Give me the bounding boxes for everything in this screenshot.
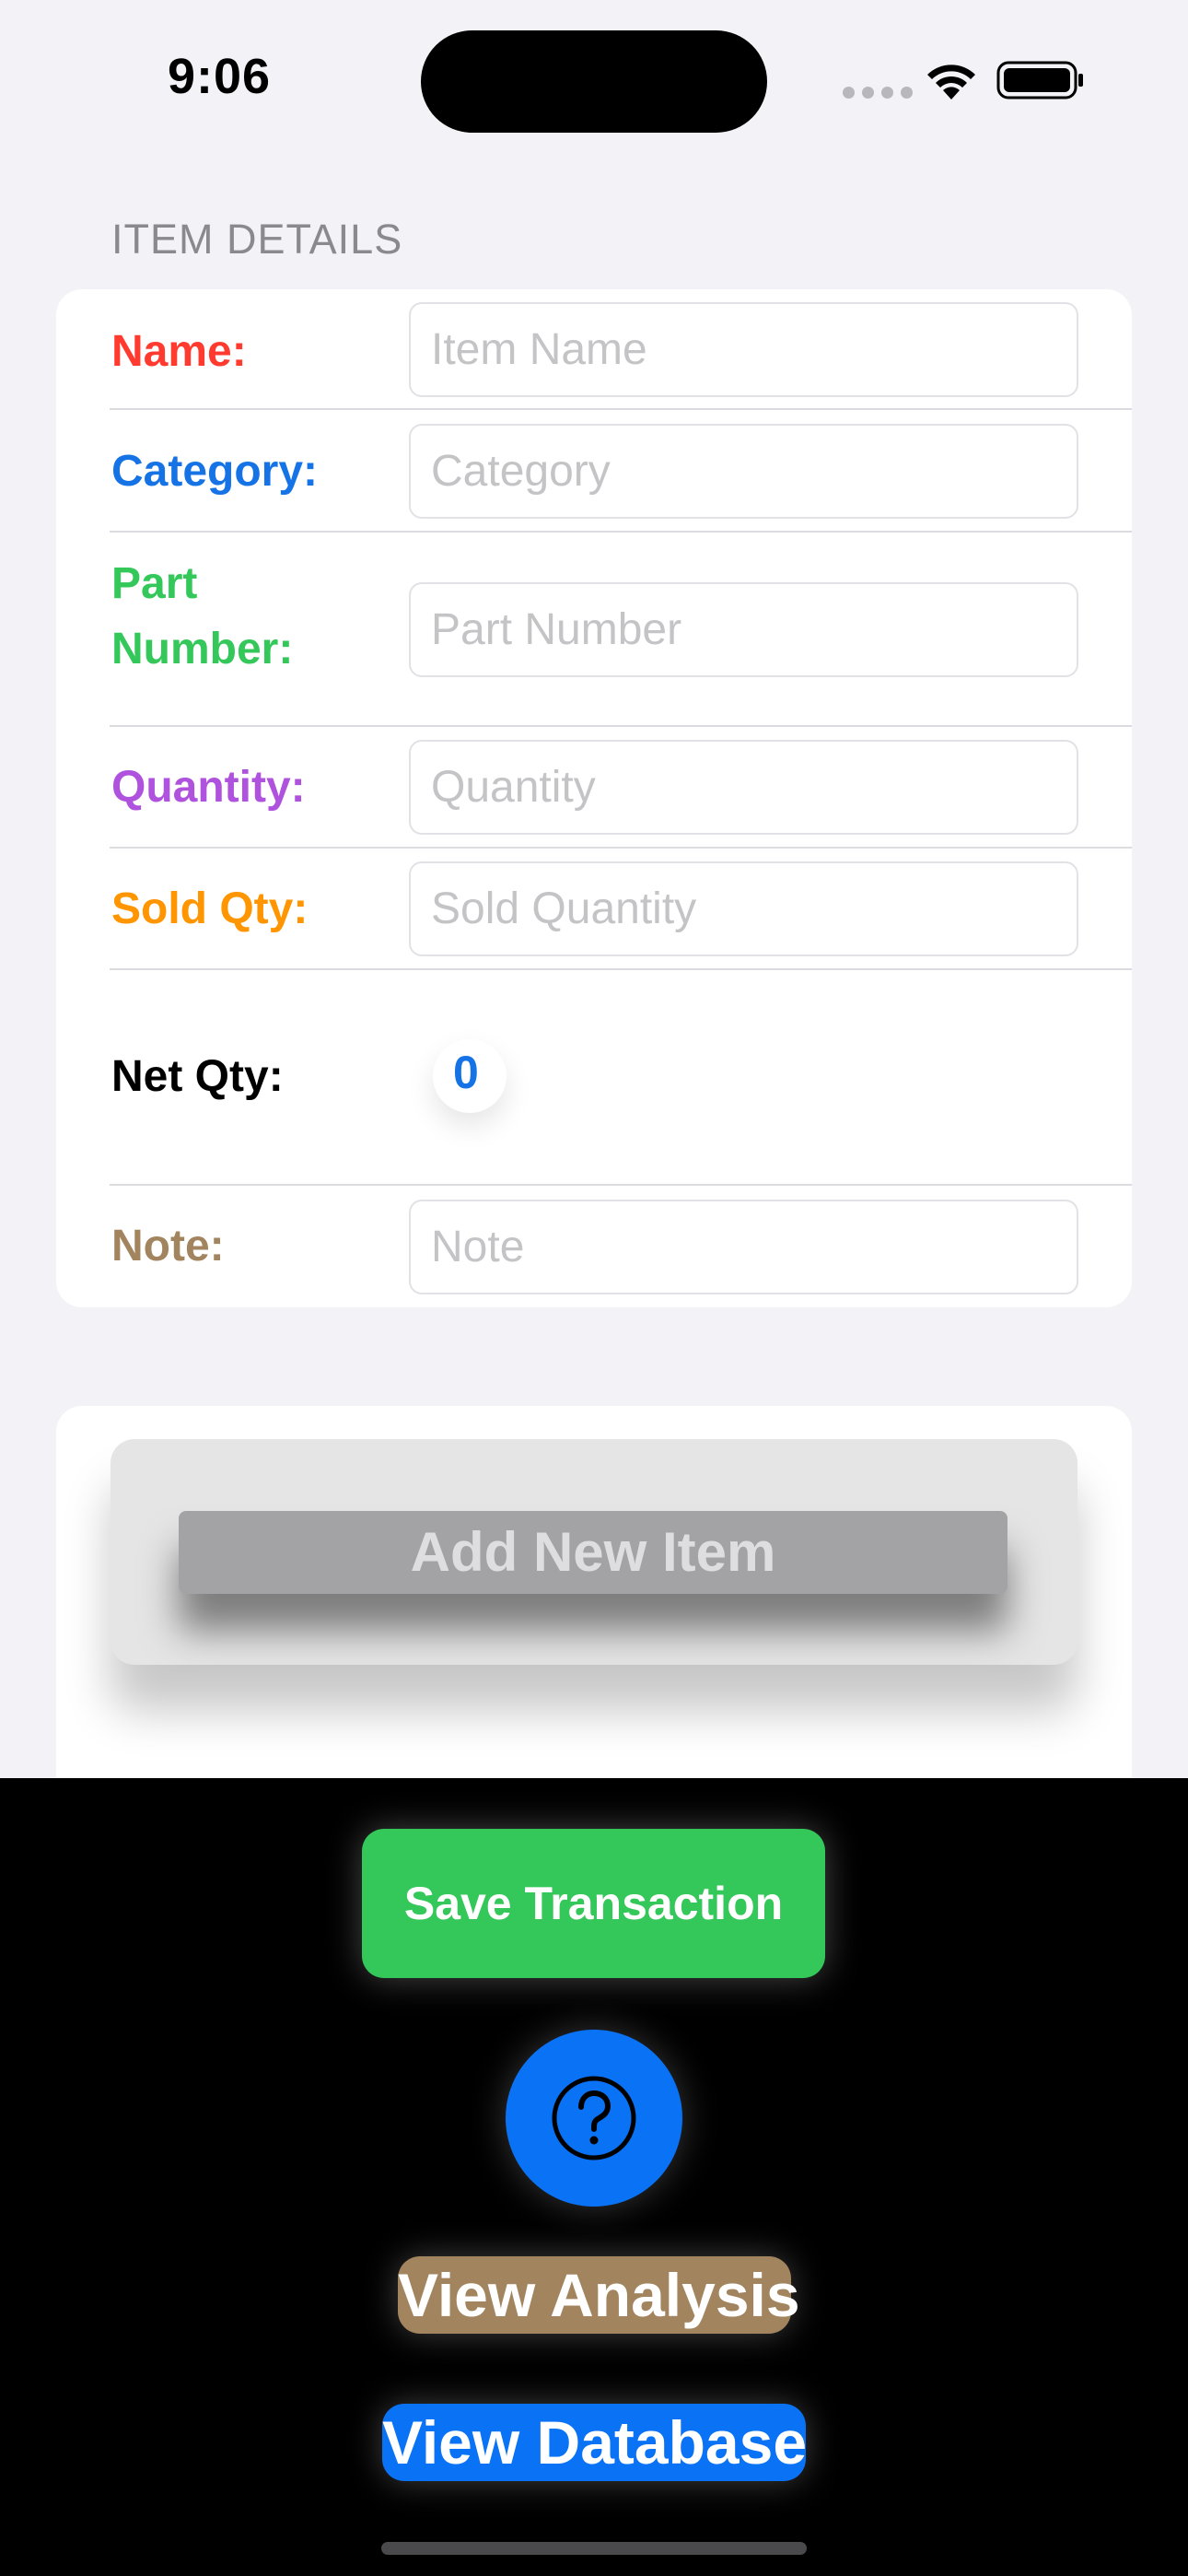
dynamic-island — [421, 30, 767, 133]
status-time: 9:06 — [168, 49, 272, 104]
question-mark-icon — [552, 2076, 636, 2160]
note-input[interactable] — [409, 1200, 1078, 1294]
sold-quantity-input[interactable] — [409, 861, 1078, 956]
section-header: ITEM DETAILS — [111, 216, 403, 263]
quantity-row: Quantity: — [56, 727, 1132, 848]
sold-qty-label: Sold Qty: — [111, 884, 309, 933]
net-qty-label: Net Qty: — [111, 1052, 284, 1101]
name-label: Name: — [111, 327, 247, 376]
note-row: Note: — [56, 1186, 1132, 1307]
category-row: Category: — [56, 410, 1132, 532]
item-name-input[interactable] — [409, 302, 1078, 397]
category-input[interactable] — [409, 424, 1078, 519]
cellular-signal-icon — [843, 87, 913, 99]
view-analysis-button[interactable]: View Analysis — [398, 2256, 800, 2334]
quantity-input[interactable] — [409, 740, 1078, 835]
category-label: Category: — [111, 447, 319, 496]
sold-qty-row: Sold Qty: — [56, 849, 1132, 969]
home-indicator[interactable] — [381, 2542, 807, 2555]
add-item-card — [56, 1406, 1132, 1793]
note-label: Note: — [111, 1222, 225, 1270]
net-qty-value: 0 — [453, 1047, 479, 1098]
part-number-input[interactable] — [409, 582, 1078, 677]
name-row: Name: — [56, 289, 1132, 409]
part-number-row: Part Number: — [56, 533, 1132, 726]
quantity-label: Quantity: — [111, 763, 306, 812]
part-number-label: Part Number: — [111, 559, 294, 673]
help-button[interactable] — [506, 2030, 682, 2207]
wifi-icon — [927, 64, 975, 100]
add-new-item-button[interactable]: Add New Item — [179, 1511, 1007, 1594]
item-details-form: Name: Category: Part Number: Quantity: S… — [56, 289, 1132, 1307]
save-transaction-button[interactable]: Save Transaction — [362, 1829, 825, 1978]
battery-icon — [996, 61, 1083, 100]
view-database-button[interactable]: View Database — [382, 2404, 807, 2481]
net-qty-row: Net Qty: — [56, 970, 1132, 1185]
